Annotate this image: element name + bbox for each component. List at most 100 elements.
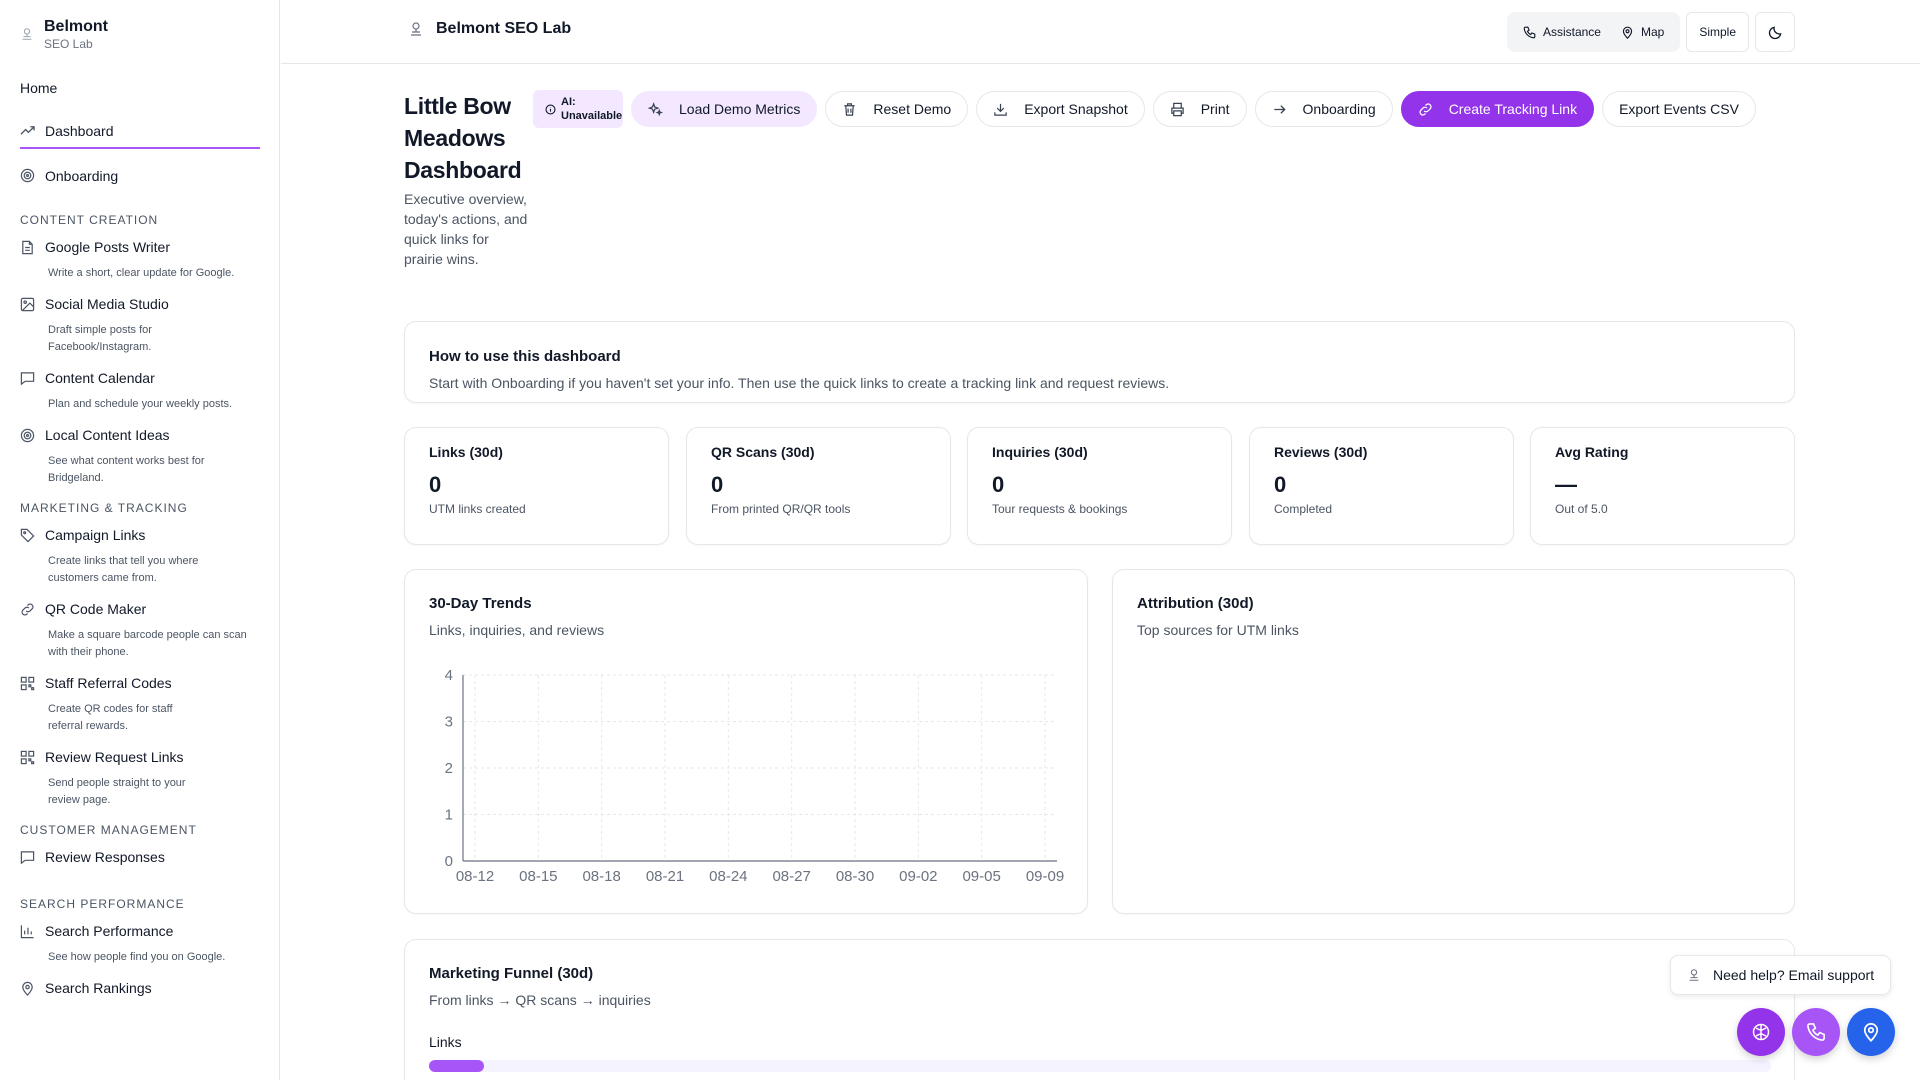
sidebar-item-label: Staff Referral Codes bbox=[45, 675, 172, 691]
map-button[interactable]: Map bbox=[1611, 12, 1674, 52]
sidebar-item-onboarding[interactable]: Onboarding bbox=[20, 158, 260, 193]
sidebar-item-label: Home bbox=[20, 79, 58, 96]
assistance-label: Assistance bbox=[1542, 25, 1601, 39]
sidebar-item-label: Search Performance bbox=[45, 923, 174, 939]
sidebar-item-social-media-studio[interactable]: Social Media Studio bbox=[20, 290, 260, 318]
sidebar-item-campaign-links[interactable]: Campaign Links bbox=[20, 521, 260, 549]
theme-toggle-button[interactable] bbox=[1755, 12, 1795, 52]
app-title: Belmont SEO Lab bbox=[408, 20, 571, 38]
howto-card: How to use this dashboard Start with Onb… bbox=[404, 321, 1795, 403]
load-demo-metrics-button[interactable]: Load Demo Metrics bbox=[631, 91, 818, 127]
simple-mode-button[interactable]: Simple bbox=[1686, 12, 1749, 52]
stat-sub: From printed QR/QR tools bbox=[711, 502, 851, 516]
sidebar-item-review-request-links[interactable]: Review Request Links bbox=[20, 743, 260, 771]
y-tick-label: 3 bbox=[445, 714, 453, 731]
link-icon bbox=[1418, 102, 1433, 117]
support-logo-icon bbox=[1687, 968, 1701, 982]
y-tick-label: 2 bbox=[445, 760, 453, 777]
sidebar-item-label: Search Rankings bbox=[45, 980, 152, 996]
fab-map-button[interactable] bbox=[1847, 1008, 1895, 1056]
sidebar-item-label: Review Request Links bbox=[45, 749, 184, 765]
sidebar-item-label: Review Responses bbox=[45, 849, 165, 865]
help-email-support-button[interactable]: Need help? Email support bbox=[1670, 955, 1892, 995]
phone-icon bbox=[1523, 26, 1536, 39]
create-tracking-link-button[interactable]: Create Tracking Link bbox=[1400, 91, 1595, 127]
target-icon bbox=[20, 168, 35, 183]
section-title-content-creation: CONTENT CREATION bbox=[20, 213, 159, 227]
howto-text: Start with Onboarding if you haven't set… bbox=[429, 375, 1170, 391]
stat-label: Links (30d) bbox=[429, 444, 503, 460]
x-tick-label: 08-21 bbox=[646, 868, 684, 885]
x-tick-label: 09-09 bbox=[1026, 868, 1064, 885]
sidebar-item-qr-code-maker[interactable]: QR Code Maker bbox=[20, 595, 260, 623]
stat-card-links: Links (30d) 0 UTM links created bbox=[404, 427, 669, 545]
brain-icon bbox=[1751, 1022, 1771, 1042]
x-tick-label: 09-05 bbox=[962, 868, 1000, 885]
arrow-right-icon bbox=[1272, 102, 1287, 117]
chat-icon bbox=[20, 850, 35, 865]
page-title: Little Bow Meadows Dashboard bbox=[404, 93, 522, 183]
sidebar-item-desc: Send people straight to your review page… bbox=[48, 777, 186, 806]
tag-icon bbox=[20, 528, 35, 543]
sidebar-item-search-performance[interactable]: Search Performance bbox=[20, 917, 260, 945]
brand[interactable]: Belmont SEO Lab bbox=[20, 17, 108, 51]
sidebar-item-review-responses[interactable]: Review Responses bbox=[20, 843, 260, 871]
image-icon bbox=[20, 297, 35, 312]
section-title-customer-management: CUSTOMER MANAGEMENT bbox=[20, 823, 197, 837]
sidebar-nav: Home Dashboard Onboarding CONTENT CREATI… bbox=[20, 70, 260, 1002]
sidebar-item-google-posts-writer[interactable]: Google Posts Writer bbox=[20, 233, 260, 261]
stat-label: Reviews (30d) bbox=[1274, 444, 1368, 460]
sidebar-item-staff-referral-codes[interactable]: Staff Referral Codes bbox=[20, 669, 260, 697]
x-tick-label: 09-02 bbox=[899, 868, 937, 885]
export-events-csv-button[interactable]: Export Events CSV bbox=[1602, 91, 1756, 127]
section-title-search-performance: SEARCH PERFORMANCE bbox=[20, 897, 185, 911]
x-tick-label: 08-12 bbox=[456, 868, 494, 885]
sidebar-item-label: QR Code Maker bbox=[45, 601, 147, 617]
onboarding-button[interactable]: Onboarding bbox=[1254, 91, 1393, 127]
sidebar-item-home[interactable]: Home bbox=[20, 70, 260, 105]
stat-value: 0 bbox=[429, 472, 442, 497]
onboarding-label: Onboarding bbox=[1302, 101, 1376, 117]
sidebar-item-content-calendar[interactable]: Content Calendar bbox=[20, 364, 260, 392]
top-bar: Belmont SEO Lab Assistance Map Simple bbox=[281, 0, 1920, 64]
section-title-marketing-tracking: MARKETING & TRACKING bbox=[20, 501, 188, 515]
sidebar-item-label: Campaign Links bbox=[45, 527, 146, 543]
attribution-card: Attribution (30d) Top sources for UTM li… bbox=[1112, 569, 1795, 914]
export-snapshot-button[interactable]: Export Snapshot bbox=[976, 91, 1145, 127]
stat-value: 0 bbox=[1274, 472, 1287, 497]
sidebar-item-desc: Plan and schedule your weekly posts. bbox=[48, 398, 233, 410]
link-icon bbox=[20, 602, 35, 617]
funnel-links-label: Links bbox=[429, 1034, 462, 1050]
sidebar-item-label: Dashboard bbox=[45, 122, 114, 139]
reset-demo-button[interactable]: Reset Demo bbox=[825, 91, 969, 127]
stat-value: 0 bbox=[711, 472, 724, 497]
sidebar-item-local-content-ideas[interactable]: Local Content Ideas bbox=[20, 421, 260, 449]
sidebar-item-desc: Make a square barcode people can scan wi… bbox=[48, 629, 247, 658]
funnel-title: Marketing Funnel (30d) bbox=[429, 965, 594, 982]
stat-sub: Completed bbox=[1274, 502, 1333, 516]
map-pin-icon bbox=[1621, 26, 1634, 39]
y-tick-label: 4 bbox=[445, 667, 453, 684]
sidebar-item-desc: Create links that tell you where custome… bbox=[48, 555, 199, 584]
assistance-button[interactable]: Assistance bbox=[1513, 12, 1611, 52]
funnel-links-fill bbox=[429, 1060, 485, 1072]
trending-up-icon bbox=[20, 123, 35, 138]
stat-value: — bbox=[1555, 472, 1577, 497]
sidebar-item-desc: Draft simple posts for Facebook/Instagra… bbox=[48, 324, 152, 353]
stat-label: Inquiries (30d) bbox=[992, 444, 1088, 460]
fab-call-button[interactable] bbox=[1792, 1008, 1840, 1056]
info-icon bbox=[545, 103, 556, 115]
y-tick-label: 1 bbox=[445, 807, 453, 824]
export-snapshot-label: Export Snapshot bbox=[1024, 101, 1128, 117]
fab-brain-button[interactable] bbox=[1737, 1008, 1785, 1056]
sidebar-item-search-rankings[interactable]: Search Rankings bbox=[20, 974, 260, 1002]
print-button[interactable]: Print bbox=[1152, 91, 1247, 127]
funnel-card: Marketing Funnel (30d) From links → QR s… bbox=[404, 939, 1795, 1080]
assist-map-group: Assistance Map bbox=[1506, 12, 1681, 52]
sidebar-item-dashboard[interactable]: Dashboard bbox=[20, 114, 260, 149]
stat-sub: Out of 5.0 bbox=[1555, 502, 1608, 516]
trends-title: 30-Day Trends bbox=[429, 595, 532, 612]
ai-status-badge: AI: Unavailable bbox=[533, 90, 623, 128]
sidebar-item-desc: See what content works best for Bridgela… bbox=[48, 455, 205, 484]
trends-subtitle: Links, inquiries, and reviews bbox=[429, 622, 605, 638]
